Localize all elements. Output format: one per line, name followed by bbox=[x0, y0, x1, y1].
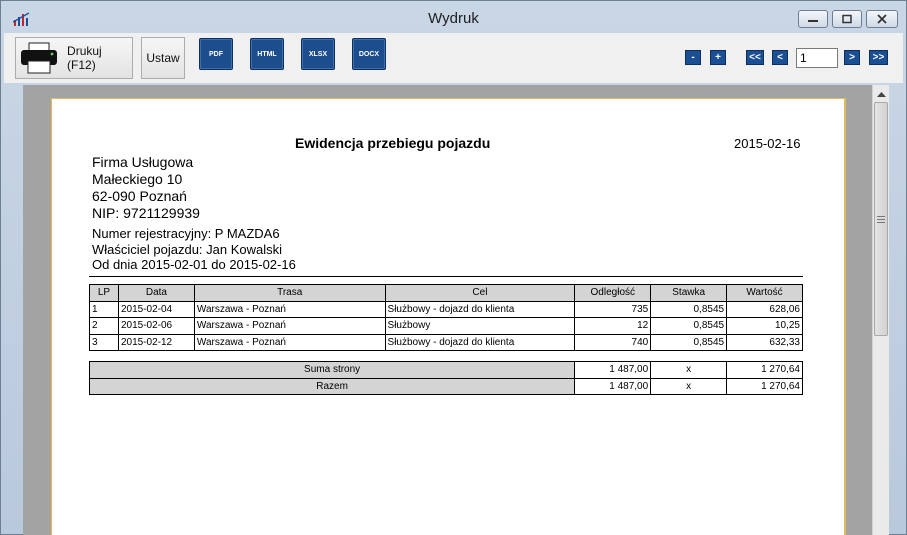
cell-route: Warszawa - Poznań bbox=[193, 300, 386, 318]
cell-rate: 0,8545 bbox=[650, 317, 728, 335]
column-header: Wartość bbox=[726, 284, 803, 302]
cell-distance: 12 bbox=[574, 317, 652, 335]
cell-distance: 735 bbox=[574, 300, 652, 318]
summary-label: Razem bbox=[88, 377, 576, 395]
printer-icon bbox=[21, 42, 57, 74]
cell-lp: 3 bbox=[89, 333, 119, 351]
company-nip: NIP: 9721129939 bbox=[92, 205, 200, 221]
column-header: Data bbox=[117, 284, 195, 302]
report-date: 2015-02-16 bbox=[734, 136, 801, 151]
company-name: Firma Usługowa bbox=[92, 154, 194, 170]
cell-value: 628,06 bbox=[726, 300, 803, 318]
cell-distance: 740 bbox=[574, 333, 652, 351]
scrollbar-thumb[interactable] bbox=[874, 102, 888, 336]
cell-date: 2015-02-04 bbox=[117, 300, 195, 318]
company-info: Firma Usługowa Małeckiego 10 62-090 Pozn… bbox=[92, 154, 200, 222]
cell-purpose: Służbowy bbox=[384, 317, 576, 335]
table-header-row: LP Data Trasa Cel Odległość Stawka Warto… bbox=[89, 284, 803, 302]
vehicle-registration: Numer rejestracyjny: P MAZDA6 bbox=[92, 226, 280, 241]
arrow-up-icon bbox=[876, 91, 886, 97]
first-page-button[interactable]: << bbox=[746, 50, 764, 65]
next-page-button[interactable]: > bbox=[844, 50, 860, 65]
cell-date: 2015-02-06 bbox=[117, 317, 195, 335]
summary-rate: x bbox=[650, 361, 728, 379]
column-header: LP bbox=[89, 284, 119, 302]
summary-rate: x bbox=[650, 377, 728, 395]
company-city: 62-090 Poznań bbox=[92, 188, 187, 204]
cell-purpose: Służbowy - dojazd do klienta bbox=[384, 333, 576, 351]
column-header: Trasa bbox=[193, 284, 386, 302]
company-street: Małeckiego 10 bbox=[92, 171, 183, 187]
window-title: Wydruk bbox=[428, 10, 479, 27]
table-row: 1 2015-02-04 Warszawa - Poznań Służbowy … bbox=[89, 300, 803, 318]
scroll-up-button[interactable] bbox=[873, 85, 889, 102]
report-title: Ewidencja przebiegu pojazdu bbox=[295, 135, 491, 151]
page-setup-button[interactable]: Ustaw bbox=[141, 37, 185, 79]
cell-route: Warszawa - Poznań bbox=[193, 317, 386, 335]
minimize-button[interactable] bbox=[798, 10, 828, 28]
summary-label: Suma strony bbox=[88, 361, 576, 379]
summary-row-total: Razem 1 487,00 x 1 270,64 bbox=[88, 377, 803, 395]
grip-icon bbox=[877, 215, 885, 223]
zoom-out-button[interactable]: - bbox=[685, 50, 701, 65]
print-button[interactable]: Drukuj (F12) bbox=[15, 37, 133, 79]
table-row: 2 2015-02-06 Warszawa - Poznań Służbowy … bbox=[89, 317, 803, 335]
column-header: Cel bbox=[384, 284, 576, 302]
export-docx-button[interactable]: DOCX bbox=[352, 38, 386, 70]
toolbar: Drukuj (F12) Ustaw PDF HTML XLSX DOCX - … bbox=[4, 33, 903, 83]
last-page-button[interactable]: >> bbox=[869, 50, 888, 65]
summary-value: 1 270,64 bbox=[726, 361, 803, 379]
cell-purpose: Służbowy - dojazd do klienta bbox=[384, 300, 576, 318]
divider bbox=[89, 276, 803, 277]
close-icon bbox=[877, 14, 887, 24]
cell-date: 2015-02-12 bbox=[117, 333, 195, 351]
cell-value: 10,25 bbox=[726, 317, 803, 335]
export-html-button[interactable]: HTML bbox=[250, 38, 284, 70]
page-setup-label: Ustaw bbox=[146, 51, 180, 65]
vehicle-owner: Właściciel pojazdu: Jan Kowalski bbox=[92, 241, 283, 257]
trips-table: LP Data Trasa Cel Odległość Stawka Warto… bbox=[89, 284, 803, 351]
cell-lp: 1 bbox=[89, 300, 119, 318]
zoom-in-button[interactable]: + bbox=[710, 50, 726, 65]
column-header: Odległość bbox=[574, 284, 652, 302]
cell-rate: 0,8545 bbox=[650, 300, 728, 318]
print-button-label: Drukuj (F12) bbox=[67, 44, 102, 72]
vertical-scrollbar[interactable] bbox=[872, 85, 889, 535]
prev-page-button[interactable]: < bbox=[772, 50, 788, 65]
summary-value: 1 270,64 bbox=[726, 377, 803, 395]
export-pdf-button[interactable]: PDF bbox=[199, 38, 233, 70]
summary-table: Suma strony 1 487,00 x 1 270,64 Razem 1 … bbox=[88, 361, 803, 395]
maximize-button[interactable] bbox=[832, 10, 862, 28]
cell-route: Warszawa - Poznań bbox=[193, 333, 386, 351]
close-button[interactable] bbox=[866, 10, 898, 28]
vehicle-info: Numer rejestracyjny: P MAZDA6 Właściciel… bbox=[92, 226, 296, 273]
page-number-input[interactable] bbox=[796, 48, 838, 68]
column-header: Stawka bbox=[650, 284, 728, 302]
cell-value: 632,33 bbox=[726, 333, 803, 351]
print-preview-window: Wydruk Drukuj (F12) Ustaw PDF HTML XLSX … bbox=[0, 0, 907, 535]
export-xlsx-button[interactable]: XLSX bbox=[301, 38, 335, 70]
summary-distance: 1 487,00 bbox=[574, 377, 652, 395]
title-bar: Wydruk bbox=[1, 1, 906, 35]
table-row: 3 2015-02-12 Warszawa - Poznań Służbowy … bbox=[89, 333, 803, 351]
cell-rate: 0,8545 bbox=[650, 333, 728, 351]
report-period: Od dnia 2015-02-01 do 2015-02-16 bbox=[92, 257, 296, 272]
maximize-icon bbox=[842, 14, 852, 24]
summary-distance: 1 487,00 bbox=[574, 361, 652, 379]
summary-row-page: Suma strony 1 487,00 x 1 270,64 bbox=[88, 361, 803, 379]
cell-lp: 2 bbox=[89, 317, 119, 335]
minimize-icon bbox=[808, 20, 818, 22]
